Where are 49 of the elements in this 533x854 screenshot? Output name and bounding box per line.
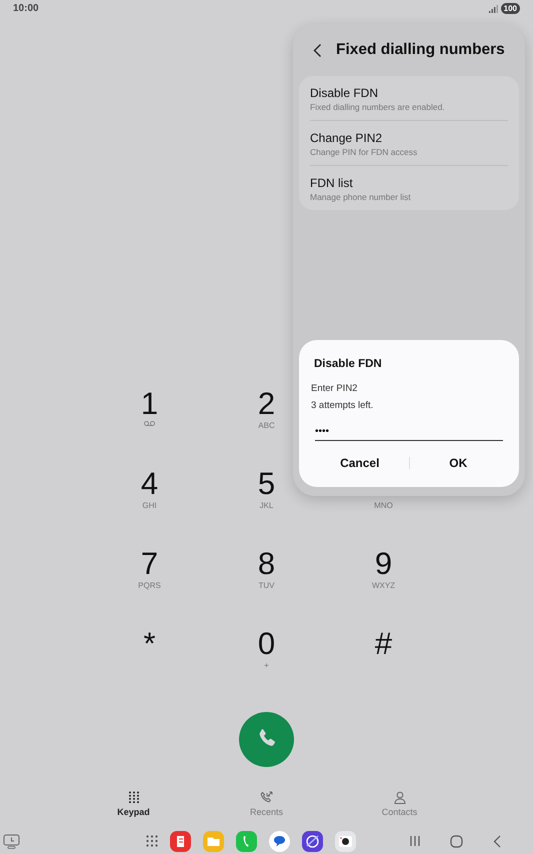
dialog-button[interactable]: OK <box>410 455 507 471</box>
bottom-tab[interactable]: Keypad <box>67 790 200 817</box>
option-title[interactable]: Disable FDN <box>310 86 508 100</box>
call-log-icon <box>260 790 274 804</box>
battery-indicator: 100 <box>500 3 520 14</box>
home-icon[interactable] <box>450 834 463 848</box>
panel-title: Fixed dialling numbers <box>336 41 505 59</box>
key-digit[interactable]: 1 <box>140 386 158 421</box>
dialog-button[interactable]: Cancel <box>311 455 408 471</box>
signal-icon <box>488 4 498 13</box>
notes-app-icon[interactable] <box>170 830 191 852</box>
key-letters: MNO <box>374 500 393 511</box>
key-letters: + <box>264 660 269 671</box>
key-letters: TUV <box>258 580 274 591</box>
key-digit[interactable]: 4 <box>140 466 158 501</box>
back-icon[interactable] <box>493 834 501 848</box>
key-digit[interactable]: 2 <box>258 386 276 421</box>
key-letters: JKL <box>260 500 274 511</box>
dialog-title: Disable FDN <box>314 358 383 370</box>
clock: 10:00 <box>13 3 39 14</box>
key-digit[interactable]: 0 <box>258 626 276 661</box>
pin-field[interactable]: •••• <box>315 424 503 441</box>
key-letters: WXYZ <box>372 580 396 591</box>
back-icon[interactable] <box>313 42 322 58</box>
voicemail-icon <box>144 420 155 426</box>
key-digit[interactable]: # <box>374 626 392 661</box>
camera-app-icon[interactable] <box>335 830 356 852</box>
dialog-text: Enter PIN2 <box>311 382 358 396</box>
dialog-text: 3 attempts left. <box>311 399 374 413</box>
screen-time-icon[interactable] <box>3 834 20 849</box>
option-title[interactable]: Change PIN2 <box>310 131 508 145</box>
person-icon <box>394 790 406 804</box>
key-digit[interactable]: 5 <box>258 466 276 501</box>
key-digit[interactable]: * <box>143 626 156 661</box>
key-digit[interactable]: 7 <box>140 546 158 581</box>
chat-app-icon[interactable] <box>269 830 290 852</box>
app-drawer-icon[interactable] <box>146 835 158 848</box>
recent-apps-icon[interactable] <box>410 835 420 848</box>
key-digit[interactable]: 9 <box>374 546 392 581</box>
dialpad-icon <box>128 790 140 804</box>
option-subtitle: Fixed dialling numbers are enabled. <box>310 102 446 112</box>
key-letters: PQRS <box>138 580 161 591</box>
key-letters: ABC <box>258 420 275 431</box>
key-digit[interactable]: 8 <box>258 546 276 581</box>
key-letters: GHI <box>142 500 157 511</box>
option-subtitle: Change PIN for FDN access <box>310 147 418 157</box>
option-subtitle: Manage phone number list <box>310 192 412 202</box>
option-title[interactable]: FDN list <box>310 176 508 190</box>
browser-app-icon[interactable] <box>302 830 323 852</box>
